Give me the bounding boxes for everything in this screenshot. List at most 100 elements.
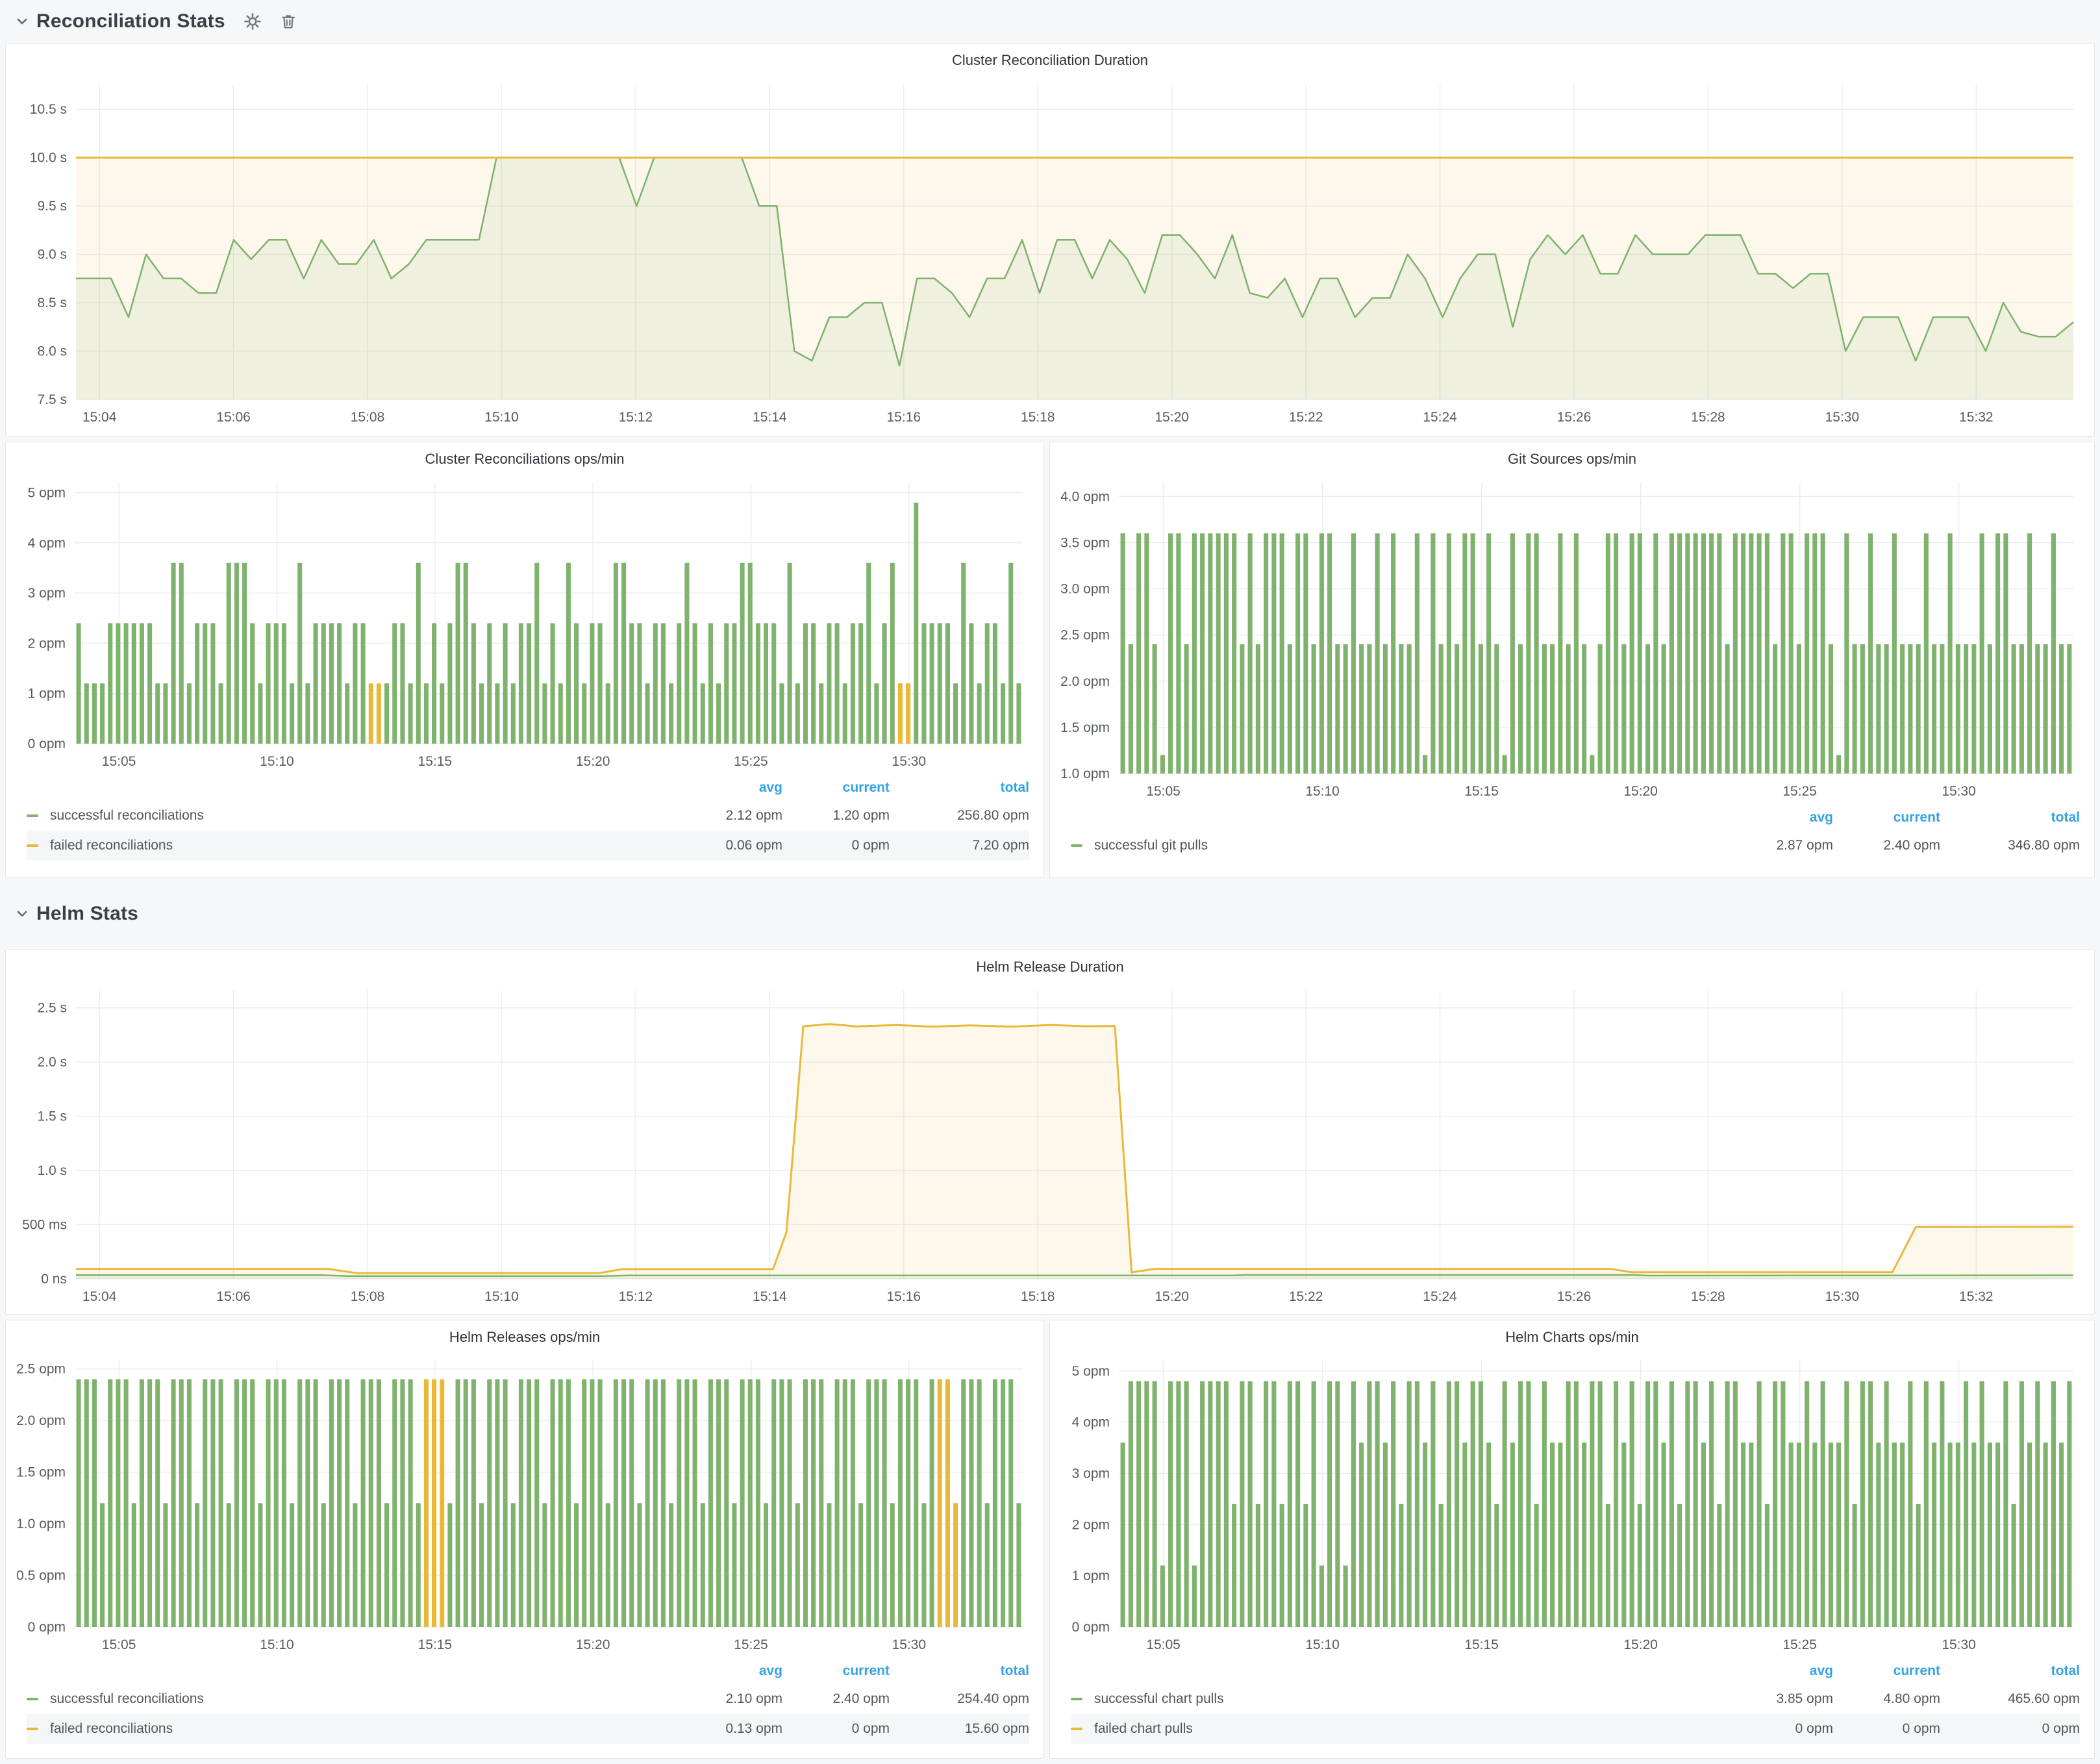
- chevron-down-icon[interactable]: [14, 14, 30, 29]
- legend-series-label[interactable]: successful git pulls: [1093, 838, 1726, 853]
- legend-avg-value: 0.13 opm: [675, 1721, 782, 1737]
- legend-sort-avg[interactable]: avg: [1726, 810, 1833, 825]
- legend-sort-avg[interactable]: avg: [1726, 1663, 1833, 1679]
- chevron-down-icon[interactable]: [14, 906, 30, 922]
- legend-current-value: 0 opm: [782, 838, 890, 853]
- svg-text:15:20: 15:20: [576, 754, 610, 769]
- panel-helm-release-duration: Helm Release Duration 15:0415:0615:0815:…: [5, 950, 2095, 1315]
- legend-row: failed reconciliations 0.06 opm 0 opm 7.…: [27, 831, 1029, 861]
- svg-text:15:20: 15:20: [576, 1637, 610, 1652]
- legend-series-label[interactable]: successful reconciliations: [49, 808, 675, 824]
- legend-avg-value: 2.10 opm: [675, 1691, 782, 1707]
- trash-icon[interactable]: [280, 12, 297, 31]
- svg-text:4 opm: 4 opm: [1072, 1415, 1110, 1430]
- svg-text:15:15: 15:15: [418, 1637, 453, 1652]
- svg-text:15:32: 15:32: [1959, 1289, 1994, 1304]
- legend-row: successful git pulls 2.87 opm 2.40 opm 3…: [1071, 831, 2080, 861]
- svg-text:8.5 s: 8.5 s: [37, 296, 67, 310]
- panel-title[interactable]: Cluster Reconciliation Duration: [11, 46, 2089, 75]
- svg-text:15:06: 15:06: [216, 410, 251, 425]
- legend-row: successful reconciliations 2.10 opm 2.40…: [27, 1684, 1029, 1714]
- legend-series-label[interactable]: failed reconciliations: [49, 838, 675, 853]
- cluster-reconciliation-duration-chart[interactable]: 15:0415:0615:0815:1015:1215:1415:1615:18…: [11, 75, 2089, 431]
- svg-text:0 opm: 0 opm: [1072, 1620, 1110, 1635]
- section-header-helm-stats[interactable]: Helm Stats: [5, 878, 2095, 950]
- svg-text:15:18: 15:18: [1021, 410, 1055, 425]
- svg-text:15:25: 15:25: [1782, 1637, 1817, 1652]
- svg-text:10.5 s: 10.5 s: [30, 102, 67, 117]
- legend-current-value: 4.80 opm: [1833, 1691, 1940, 1707]
- panel-cluster-reconciliation-duration: Cluster Reconciliation Duration 15:04 15:…: [5, 43, 2095, 436]
- legend-sort-avg[interactable]: avg: [675, 780, 782, 796]
- legend-avg-value: 0 opm: [1726, 1721, 1833, 1737]
- svg-text:1.0 opm: 1.0 opm: [1060, 766, 1110, 781]
- legend-total-value: 7.20 opm: [890, 838, 1029, 853]
- svg-text:0 ns: 0 ns: [41, 1272, 67, 1287]
- legend-series-label[interactable]: successful reconciliations: [49, 1691, 675, 1707]
- svg-text:1.0 opm: 1.0 opm: [16, 1517, 66, 1531]
- section-header-reconciliation-stats[interactable]: Reconciliation Stats: [5, 0, 2095, 43]
- svg-text:7.5 s: 7.5 s: [37, 392, 67, 407]
- svg-text:3 opm: 3 opm: [1072, 1466, 1110, 1481]
- series-dash-icon: [27, 814, 38, 817]
- svg-text:3.5 opm: 3.5 opm: [1060, 535, 1110, 550]
- legend-current-value: 0 opm: [782, 1721, 890, 1737]
- legend-sort-current[interactable]: current: [1833, 1663, 1940, 1679]
- svg-text:15:24: 15:24: [1423, 410, 1457, 425]
- legend: avg current total successful reconciliat…: [11, 774, 1038, 863]
- svg-text:15:06: 15:06: [216, 1289, 251, 1304]
- legend-series-label[interactable]: successful chart pulls: [1093, 1691, 1726, 1707]
- svg-text:1.5 opm: 1.5 opm: [16, 1465, 66, 1480]
- legend-sort-current[interactable]: current: [782, 1663, 890, 1679]
- svg-text:15:05: 15:05: [1146, 784, 1181, 799]
- legend-row: failed reconciliations 0.13 opm 0 opm 15…: [27, 1714, 1029, 1744]
- svg-text:15:30: 15:30: [1942, 1637, 1976, 1652]
- svg-text:500 ms: 500 ms: [22, 1218, 67, 1233]
- panel-title[interactable]: Helm Charts ops/min: [1055, 1323, 2089, 1352]
- svg-text:2.0 opm: 2.0 opm: [1060, 674, 1110, 689]
- helm-release-duration-chart[interactable]: 15:0415:0615:0815:1015:1215:1415:1615:18…: [11, 981, 2089, 1310]
- legend-sort-total[interactable]: total: [890, 1663, 1029, 1679]
- panel-title[interactable]: Helm Releases ops/min: [11, 1323, 1038, 1352]
- gear-icon[interactable]: [244, 12, 262, 31]
- cluster-reconciliations-ops-chart[interactable]: 15:0515:1015:1515:2015:2515:300 opm1 opm…: [11, 473, 1038, 774]
- svg-text:15:10: 15:10: [260, 754, 294, 769]
- legend-sort-avg[interactable]: avg: [675, 1663, 782, 1679]
- series-dash-icon: [27, 1698, 38, 1700]
- legend-row: successful chart pulls 3.85 opm 4.80 opm…: [1071, 1684, 2080, 1714]
- svg-text:15:15: 15:15: [418, 754, 453, 769]
- legend-sort-current[interactable]: current: [782, 780, 890, 796]
- svg-text:15:10: 15:10: [484, 1289, 519, 1304]
- helm-charts-ops-chart[interactable]: 15:0515:1015:1515:2015:2515:300 opm1 opm…: [1055, 1352, 2089, 1657]
- svg-text:15:20: 15:20: [1155, 1289, 1189, 1304]
- svg-text:15:22: 15:22: [1289, 1289, 1323, 1304]
- svg-text:5 opm: 5 opm: [1072, 1364, 1110, 1379]
- legend-avg-value: 0.06 opm: [675, 838, 782, 853]
- svg-text:15:30: 15:30: [1825, 1289, 1860, 1304]
- legend-sort-total[interactable]: total: [1940, 810, 2080, 825]
- svg-text:15:04: 15:04: [82, 410, 117, 425]
- svg-text:15:16: 15:16: [887, 410, 921, 425]
- legend: avg current total successful chart pulls…: [1055, 1657, 2089, 1746]
- legend-sort-current[interactable]: current: [1833, 810, 1940, 825]
- helm-releases-ops-chart[interactable]: 15:0515:1015:1515:2015:2515:300 opm0.5 o…: [11, 1352, 1038, 1657]
- legend-avg-value: 2.12 opm: [675, 808, 782, 824]
- panel-title[interactable]: Git Sources ops/min: [1055, 445, 2089, 473]
- panel-title[interactable]: Cluster Reconciliations ops/min: [11, 445, 1038, 473]
- git-sources-ops-chart[interactable]: 15:0515:1015:1515:2015:2515:301.0 opm1.5…: [1055, 473, 2089, 803]
- legend-avg-value: 2.87 opm: [1726, 838, 1833, 853]
- svg-text:8.0 s: 8.0 s: [37, 344, 67, 359]
- legend-series-label[interactable]: failed reconciliations: [49, 1721, 675, 1737]
- svg-text:15:04: 15:04: [82, 1289, 117, 1304]
- panel-title[interactable]: Helm Release Duration: [11, 953, 2089, 981]
- svg-text:15:32: 15:32: [1959, 410, 1994, 425]
- svg-text:15:05: 15:05: [102, 1637, 136, 1652]
- svg-text:10.0 s: 10.0 s: [30, 151, 67, 166]
- legend-current-value: 2.40 opm: [782, 1691, 890, 1707]
- legend-sort-total[interactable]: total: [1940, 1663, 2080, 1679]
- legend-sort-total[interactable]: total: [890, 780, 1029, 796]
- svg-text:1.5 s: 1.5 s: [37, 1109, 67, 1124]
- series-dash-icon: [27, 844, 38, 847]
- series-dash-icon: [27, 1728, 38, 1730]
- legend-series-label[interactable]: failed chart pulls: [1093, 1721, 1726, 1737]
